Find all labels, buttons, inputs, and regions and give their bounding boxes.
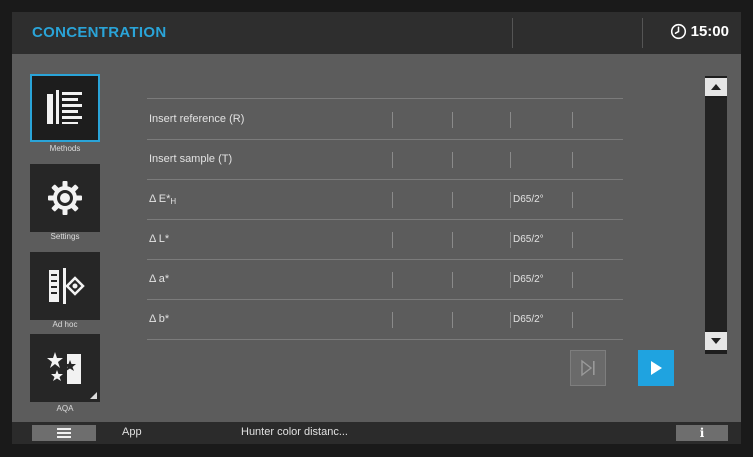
skip-button[interactable]	[570, 350, 606, 386]
cell-divider	[572, 152, 573, 168]
cell-divider	[510, 272, 511, 288]
hamburger-menu-icon	[57, 428, 71, 430]
table-row[interactable]: Δ E*H D65/2°	[147, 180, 623, 220]
cell-divider	[572, 312, 573, 328]
scroll-down-button[interactable]	[705, 332, 727, 350]
methods-list-icon	[47, 90, 82, 124]
clock: 15:00	[670, 23, 729, 40]
cell-divider	[510, 192, 511, 208]
illuminant-value: D65/2°	[513, 274, 544, 285]
info-button[interactable]: i	[676, 425, 728, 441]
row-label: Δ E*H	[149, 193, 176, 206]
skip-end-icon	[581, 359, 595, 377]
row-label-text: Δ E*	[149, 193, 171, 205]
table-row[interactable]: Δ b* D65/2°	[147, 300, 623, 340]
cell-divider	[392, 312, 393, 328]
cell-divider	[452, 312, 453, 328]
top-bar: CONCENTRATION 15:00	[12, 12, 741, 54]
table-row[interactable]: Insert sample (T)	[147, 140, 623, 180]
row-label-subscript: H	[170, 197, 177, 206]
table-row[interactable]: Δ L* D65/2°	[147, 220, 623, 260]
row-label: Δ b*	[149, 313, 170, 325]
hamburger-menu-icon	[57, 436, 71, 438]
cell-divider	[510, 112, 511, 128]
row-label: Δ a*	[149, 273, 170, 285]
illuminant-value: D65/2°	[513, 194, 544, 205]
row-label: Insert sample (T)	[149, 153, 233, 165]
sidebar-item-adhoc[interactable]	[30, 252, 100, 320]
cell-divider	[452, 192, 453, 208]
page-title: CONCENTRATION	[32, 24, 167, 41]
sidebar-item-label: Ad hoc	[52, 320, 78, 329]
play-icon	[651, 361, 662, 375]
row-label: Insert reference (R)	[149, 113, 245, 125]
start-measurement-button[interactable]	[638, 350, 674, 386]
current-method-name: Hunter color distanc...	[241, 426, 348, 438]
cell-divider	[572, 232, 573, 248]
sidebar-item-aqa[interactable]	[30, 334, 100, 402]
illuminant-value: D65/2°	[513, 234, 544, 245]
bottom-bar: App Hunter color distanc... i	[12, 422, 741, 444]
cell-divider	[392, 112, 393, 128]
adhoc-measure-icon	[49, 268, 85, 304]
cell-divider	[392, 232, 393, 248]
scroll-up-button[interactable]	[705, 78, 727, 96]
aqa-stars-icon	[47, 352, 81, 384]
top-divider	[512, 18, 513, 48]
row-label: Δ L*	[149, 233, 170, 245]
clock-icon	[670, 23, 686, 40]
cell-divider	[510, 312, 511, 328]
hamburger-menu-icon	[57, 432, 71, 434]
clock-time: 15:00	[690, 23, 729, 40]
cell-divider	[572, 272, 573, 288]
sidebar-item-label: Methods	[49, 144, 81, 153]
top-divider	[642, 18, 643, 48]
cell-divider	[392, 272, 393, 288]
scrollbar-track[interactable]	[705, 98, 727, 330]
table-row[interactable]: Δ a* D65/2°	[147, 260, 623, 300]
table-row[interactable]: Insert reference (R)	[147, 100, 623, 140]
sidebar-item-methods[interactable]	[30, 74, 100, 142]
arrow-down-icon	[711, 338, 721, 344]
cell-divider	[392, 152, 393, 168]
cell-divider	[572, 192, 573, 208]
sidebar-item-label: AQA	[56, 404, 74, 413]
cell-divider	[452, 152, 453, 168]
app-label: App	[122, 426, 142, 438]
cell-divider	[452, 112, 453, 128]
sidebar-item-settings[interactable]	[30, 164, 100, 232]
table-top-border	[147, 98, 623, 99]
sidebar-item-label: Settings	[50, 232, 80, 241]
cell-divider	[452, 232, 453, 248]
cell-divider	[572, 112, 573, 128]
illuminant-value: D65/2°	[513, 314, 544, 325]
menu-button[interactable]	[32, 425, 96, 441]
arrow-up-icon	[711, 84, 721, 90]
cell-divider	[392, 192, 393, 208]
device-screen: CONCENTRATION 15:00 Methods Settings Ad …	[12, 12, 741, 444]
submenu-indicator-icon	[90, 392, 97, 399]
cell-divider	[510, 152, 511, 168]
cell-divider	[452, 272, 453, 288]
cell-divider	[510, 232, 511, 248]
gear-icon	[48, 181, 82, 215]
